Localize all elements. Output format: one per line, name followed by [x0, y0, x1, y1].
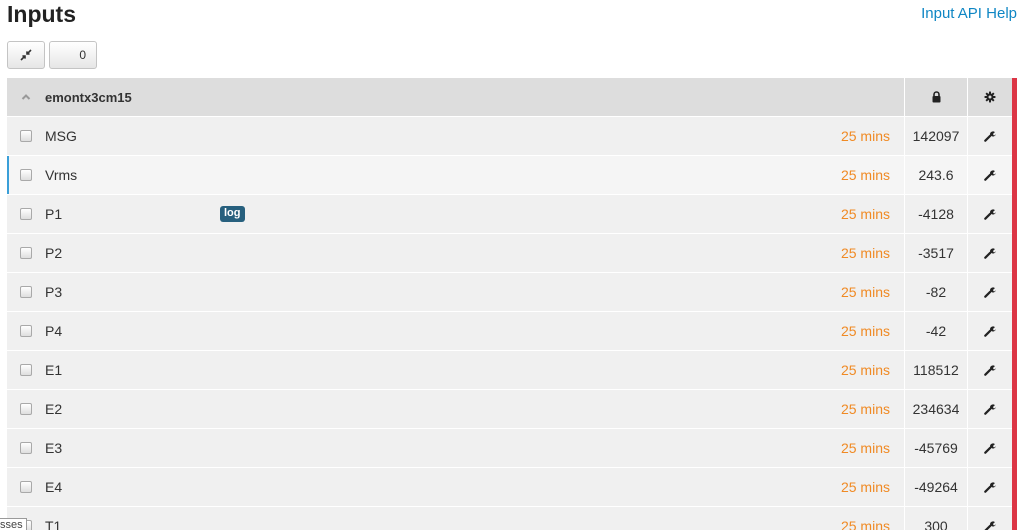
wrench-icon[interactable]: [967, 312, 1012, 350]
device-header[interactable]: emontx3cm15: [7, 78, 1012, 117]
input-select-checkbox[interactable]: [20, 130, 32, 142]
edge-tooltip-label: sses: [0, 518, 27, 530]
input-value: 142097: [904, 117, 967, 155]
input-row-p4[interactable]: P4 25 mins -42: [7, 312, 1012, 351]
input-name: MSG: [45, 128, 77, 144]
input-row-t1[interactable]: T1 25 mins 300: [7, 507, 1012, 530]
lock-icon: [904, 78, 967, 116]
input-row-e4[interactable]: E4 25 mins -49264: [7, 468, 1012, 507]
input-row-p1[interactable]: P1 log 25 mins -4128: [7, 195, 1012, 234]
input-value: -42: [904, 312, 967, 350]
gear-icon[interactable]: [967, 78, 1012, 116]
page: Inputs Input API Help 0 emontx3cm15 MSG …: [0, 0, 1024, 530]
input-value: -3517: [904, 234, 967, 272]
wrench-icon[interactable]: [967, 156, 1012, 194]
input-value: -49264: [904, 468, 967, 506]
input-value: 300: [904, 507, 967, 530]
input-name: E3: [45, 440, 63, 456]
input-row-checkbox-cell: [7, 364, 45, 376]
input-last-updated: 25 mins: [840, 479, 890, 495]
input-last-updated: 25 mins: [840, 440, 890, 456]
input-name: Vrms: [45, 167, 78, 183]
input-name: P2: [45, 245, 63, 261]
input-name: P4: [45, 323, 63, 339]
input-last-updated: 25 mins: [840, 401, 890, 417]
input-value: 118512: [904, 351, 967, 389]
input-last-updated: 25 mins: [840, 518, 890, 530]
input-row-e3[interactable]: E3 25 mins -45769: [7, 429, 1012, 468]
input-row-p2[interactable]: P2 25 mins -3517: [7, 234, 1012, 273]
collapse-arrows-icon: [20, 49, 32, 61]
device-name: emontx3cm15: [45, 89, 132, 105]
input-value: -45769: [904, 429, 967, 467]
device-panel: emontx3cm15 MSG 25 mins 142097 Vrms 25 m…: [7, 78, 1012, 530]
input-value: -4128: [904, 195, 967, 233]
input-row-checkbox-cell: [7, 442, 45, 454]
input-process-list: log: [220, 206, 794, 222]
input-row-checkbox-cell: [7, 325, 45, 337]
input-select-checkbox[interactable]: [20, 286, 32, 298]
input-row-checkbox-cell: [7, 208, 45, 220]
page-title: Inputs: [7, 1, 76, 27]
input-row-checkbox-cell: [7, 130, 45, 142]
input-row-vrms[interactable]: Vrms 25 mins 243.6: [7, 156, 1012, 195]
wrench-icon[interactable]: [967, 468, 1012, 506]
input-value: 234634: [904, 390, 967, 428]
input-value: 243.6: [904, 156, 967, 194]
input-last-updated: 25 mins: [840, 167, 890, 183]
input-row-p3[interactable]: P3 25 mins -82: [7, 273, 1012, 312]
chevron-up-icon[interactable]: [7, 93, 45, 101]
input-row-checkbox-cell: [7, 403, 45, 415]
wrench-icon[interactable]: [967, 195, 1012, 233]
input-api-help-link[interactable]: Input API Help: [921, 4, 1017, 24]
input-row-checkbox-cell: [7, 169, 45, 181]
input-select-checkbox[interactable]: [20, 325, 32, 337]
input-row-e1[interactable]: E1 25 mins 118512: [7, 351, 1012, 390]
input-last-updated: 25 mins: [840, 284, 890, 300]
collapse-all-button[interactable]: [7, 41, 45, 69]
wrench-icon[interactable]: [967, 507, 1012, 530]
input-row-checkbox-cell: [7, 286, 45, 298]
input-select-checkbox[interactable]: [20, 442, 32, 454]
input-name: E4: [45, 479, 63, 495]
input-name: P1: [45, 206, 63, 222]
input-last-updated: 25 mins: [840, 206, 890, 222]
input-select-checkbox[interactable]: [20, 403, 32, 415]
input-last-updated: 25 mins: [840, 128, 890, 144]
input-value: -82: [904, 273, 967, 311]
input-select-checkbox[interactable]: [20, 481, 32, 493]
input-select-checkbox[interactable]: [20, 364, 32, 376]
input-row-checkbox-cell: [7, 247, 45, 259]
input-last-updated: 25 mins: [840, 323, 890, 339]
wrench-icon[interactable]: [967, 390, 1012, 428]
wrench-icon[interactable]: [967, 234, 1012, 272]
wrench-icon[interactable]: [967, 429, 1012, 467]
input-name: P3: [45, 284, 63, 300]
input-name: T1: [45, 518, 62, 530]
input-row-e2[interactable]: E2 25 mins 234634: [7, 390, 1012, 429]
input-last-updated: 25 mins: [840, 362, 890, 378]
input-select-checkbox[interactable]: [20, 247, 32, 259]
input-select-checkbox[interactable]: [20, 208, 32, 220]
device-status-bar: [1012, 78, 1017, 530]
input-row-checkbox-cell: [7, 481, 45, 493]
input-name: E1: [45, 362, 63, 378]
process-badge: log: [220, 206, 245, 222]
wrench-icon[interactable]: [967, 117, 1012, 155]
toolbar: 0: [7, 41, 97, 69]
input-last-updated: 25 mins: [840, 245, 890, 261]
selected-count-button[interactable]: 0: [49, 41, 97, 69]
input-row-msg[interactable]: MSG 25 mins 142097: [7, 117, 1012, 156]
wrench-icon[interactable]: [967, 273, 1012, 311]
input-list: MSG 25 mins 142097 Vrms 25 mins 243.6 P1 log 25 …: [7, 117, 1012, 530]
input-name: E2: [45, 401, 63, 417]
input-select-checkbox[interactable]: [20, 169, 32, 181]
wrench-icon[interactable]: [967, 351, 1012, 389]
